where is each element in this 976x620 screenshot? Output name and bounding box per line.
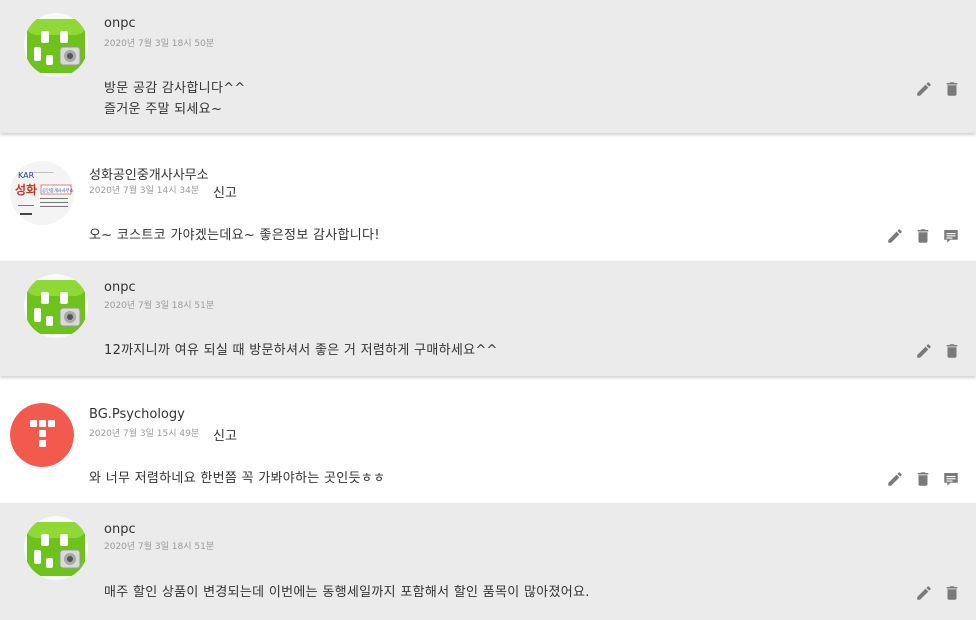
reply-icon[interactable] — [942, 470, 960, 488]
comment-text: 매주 할인 상품이 변경되는데 이번에는 동행세일까지 포함해서 할인 품목이 … — [104, 585, 590, 600]
delete-icon[interactable] — [943, 584, 961, 602]
delete-icon[interactable] — [914, 470, 932, 488]
logo-text: 공인중개사사무소 — [42, 187, 74, 194]
delete-icon[interactable] — [914, 227, 932, 245]
delete-icon[interactable] — [943, 342, 961, 360]
reply-icon[interactable] — [942, 227, 960, 245]
comment-reply-1: onpc 2020년 7월 3일 18시 50분 방문 공감 감사합니다^^ 즐… — [0, 0, 976, 133]
logo-text: KAR — [18, 171, 35, 180]
comment-author[interactable]: onpc — [104, 280, 136, 295]
logo-text: 성화 — [15, 182, 37, 197]
edit-icon[interactable] — [915, 584, 933, 602]
delete-icon[interactable] — [943, 80, 961, 98]
avatar[interactable] — [24, 13, 88, 77]
avatar[interactable] — [24, 516, 88, 580]
report-link[interactable]: 신고 — [213, 425, 237, 444]
comment-text: 와 너무 저렴하네요 한번쯤 꼭 가봐야하는 곳인듯ㅎㅎ — [89, 471, 386, 486]
comment-author[interactable]: 성화공인중개사사무소 — [89, 164, 209, 183]
comment-author[interactable]: onpc — [104, 522, 136, 537]
avatar[interactable] — [10, 403, 74, 467]
avatar[interactable]: KAR ──────── 성화 공인중개사사무소 — [10, 161, 74, 225]
comment-date: 2020년 7월 3일 18시 51분 — [104, 542, 215, 552]
comment-text: 12까지니까 여유 되실 때 방문하셔서 좋은 거 저렴하게 구매하세요^^ — [104, 343, 498, 358]
comment-reply-3: onpc 2020년 7월 3일 18시 51분 12까지니까 여유 되실 때 … — [0, 261, 976, 376]
comment-reply-5: onpc 2020년 7월 3일 18시 51분 매주 할인 상품이 변경되는데… — [0, 503, 976, 620]
comment-2: KAR ──────── 성화 공인중개사사무소 성화공인중개사사무소 2020… — [0, 145, 976, 261]
comment-date: 2020년 7월 3일 18시 51분 — [104, 301, 215, 311]
comment-date: 2020년 7월 3일 14시 34분 — [89, 186, 200, 196]
edit-icon[interactable] — [886, 470, 904, 488]
report-link[interactable]: 신고 — [213, 182, 237, 201]
edit-icon[interactable] — [915, 342, 933, 360]
comment-text: 오~ 코스트코 가야겠는데요~ 좋은정보 감사합니다! — [89, 228, 380, 243]
avatar[interactable] — [24, 274, 88, 338]
comment-author[interactable]: onpc — [104, 16, 136, 31]
edit-icon[interactable] — [915, 80, 933, 98]
comment-text: 방문 공감 감사합니다^^ 즐거운 주말 되세요~ — [104, 81, 246, 117]
comment-date: 2020년 7월 3일 18시 50분 — [104, 39, 215, 49]
edit-icon[interactable] — [886, 227, 904, 245]
comment-author[interactable]: BG.Psychology — [89, 407, 185, 422]
svg-text:────────: ──────── — [33, 170, 54, 175]
comment-4: BG.Psychology 2020년 7월 3일 15시 49분 신고 와 너… — [0, 388, 976, 503]
comment-date: 2020년 7월 3일 15시 49분 — [89, 429, 200, 439]
